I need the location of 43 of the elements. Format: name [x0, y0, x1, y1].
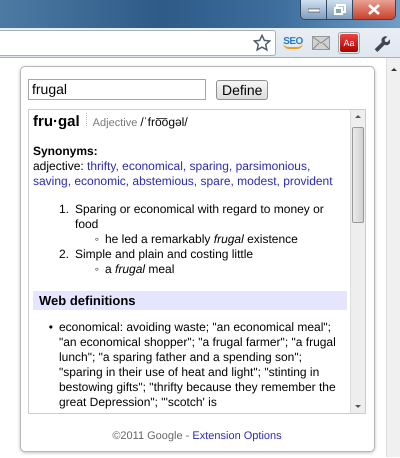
synonym-link[interactable]: thrifty, — [87, 159, 119, 173]
pronunciation: /ˈfro͞ogəl/ — [140, 115, 188, 130]
minimize-icon — [308, 6, 320, 12]
definition-text: Simple and plain and costing little — [75, 247, 254, 262]
section-heading: Web definitions — [33, 291, 347, 310]
restore-icon — [334, 4, 346, 15]
copyright-text: ©2011 Google - — [112, 430, 190, 442]
list-number: 1. — [58, 202, 69, 217]
part-of-speech: Adjective — [92, 116, 138, 131]
synonym-link[interactable]: parsimonious, — [236, 159, 310, 173]
synonym-link[interactable]: sparing, — [190, 159, 232, 173]
star-icon[interactable] — [253, 34, 271, 52]
scrollbar-thumb[interactable] — [352, 127, 364, 223]
seo-extension-button[interactable]: SEO — [282, 32, 304, 54]
search-field[interactable]: frugal — [28, 79, 206, 100]
synonym-link[interactable]: provident — [283, 174, 333, 188]
synonym-link[interactable]: modest, — [237, 174, 280, 188]
synonyms-text: adjective: thrifty, economical, sparing, parsimonious, saving, economic, abstemious, spare, modest, provident — [33, 159, 334, 189]
synonym-link[interactable]: spare, — [200, 174, 234, 188]
scroll-down-icon[interactable] — [354, 404, 362, 410]
dictionary-extension-button[interactable]: Aa — [338, 32, 360, 54]
synonym-link[interactable]: economic, — [74, 174, 130, 188]
bullet-icon: • — [43, 320, 53, 335]
bullet-icon: ◦ — [89, 262, 99, 277]
synonym-link[interactable]: abstemious, — [132, 174, 198, 188]
web-definition-text: economical: avoiding waste; "an economical meal"; "an economical shopper"; "a frugal farmer"; "a frugal lunch"; "a sparing father and a spending son"; "sparing in their use of heat and light"; "stinting in bestowing gifts"; "thrifty because they remember the great Depression"; "'scotch' is — [59, 320, 337, 410]
bullet-icon: ◦ — [89, 232, 99, 247]
synonym-link[interactable]: economical, — [122, 159, 186, 173]
synonyms-heading: Synonyms: — [33, 144, 99, 159]
example-text: a frugal meal — [105, 262, 174, 277]
scrollbar[interactable] — [350, 110, 365, 413]
synonym-link[interactable]: saving, — [33, 174, 72, 188]
headword: fru·gal — [33, 114, 80, 129]
scroll-up-icon[interactable] — [354, 113, 362, 119]
close-icon — [368, 4, 380, 15]
restore-button[interactable] — [327, 0, 353, 19]
page-scrollbar[interactable] — [386, 58, 400, 457]
close-button[interactable] — [353, 0, 395, 19]
define-button[interactable]: Define — [216, 80, 268, 100]
list-number: 2. — [58, 247, 69, 262]
example-text: he led a remarkably frugal existence — [105, 232, 298, 247]
minimize-button[interactable] — [301, 0, 327, 19]
extension-options-link[interactable]: Extension Options — [192, 430, 282, 442]
